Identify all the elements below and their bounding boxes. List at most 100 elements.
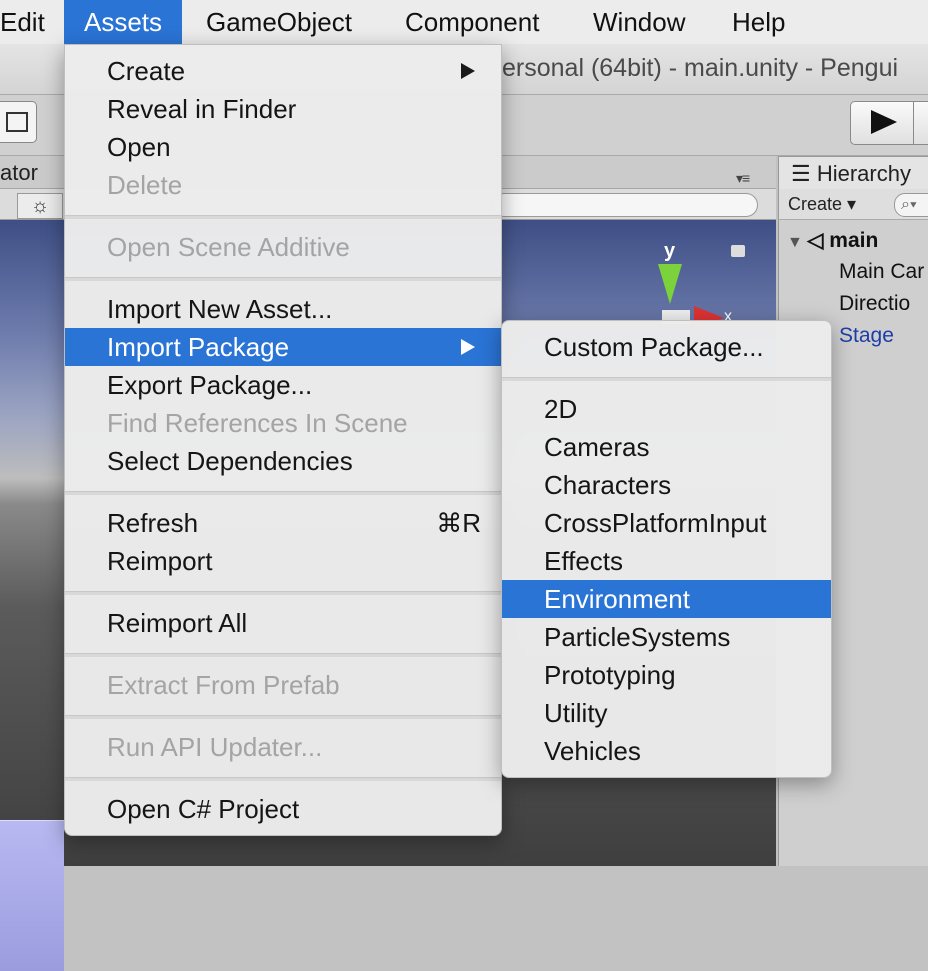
menu-item-label: ParticleSystems (544, 622, 731, 652)
submenu-item-particlesystems[interactable]: ParticleSystems (502, 618, 831, 656)
menu-help[interactable]: Help (732, 0, 785, 44)
lock-icon[interactable] (731, 245, 745, 257)
pause-button[interactable] (914, 102, 928, 144)
assets-menu: Create Reveal in Finder Open Delete Open… (64, 44, 502, 836)
menu-gameobject[interactable]: GameObject (206, 0, 352, 44)
menu-item-find-references: Find References In Scene (65, 404, 501, 442)
menu-item-label: Run API Updater... (107, 732, 323, 762)
lighting-toggle-icon[interactable]: ☼ (17, 193, 63, 219)
menu-item-label: Delete (107, 170, 183, 200)
stage-object (0, 820, 64, 971)
submenu-item-2d[interactable]: 2D (502, 390, 831, 428)
scene-search-input[interactable] (492, 193, 758, 217)
menu-separator (65, 777, 501, 781)
submenu-item-environment[interactable]: Environment (502, 580, 831, 618)
submenu-item-effects[interactable]: Effects (502, 542, 831, 580)
menu-item-extract-from-prefab: Extract From Prefab (65, 666, 501, 704)
panel-menu-icon[interactable]: ▾≡ (736, 170, 750, 187)
menu-item-label: Environment (544, 584, 690, 614)
menu-item-import-package[interactable]: Import Package (65, 328, 501, 366)
menu-separator (65, 491, 501, 495)
menu-item-label: Reveal in Finder (107, 94, 297, 124)
menu-item-label: Characters (544, 470, 672, 500)
menu-component[interactable]: Component (405, 0, 539, 44)
menu-item-open-scene-additive: Open Scene Additive (65, 228, 501, 266)
submenu-item-vehicles[interactable]: Vehicles (502, 732, 831, 770)
menu-item-open[interactable]: Open (65, 128, 501, 166)
menu-item-create[interactable]: Create (65, 52, 501, 90)
menu-assets[interactable]: Assets (64, 0, 183, 44)
menu-separator (65, 591, 501, 595)
menu-item-reimport-all[interactable]: Reimport All (65, 604, 501, 642)
rect-tool-button[interactable] (0, 101, 37, 143)
submenu-arrow-icon (461, 63, 475, 79)
animator-tab[interactable]: ator (0, 160, 38, 186)
disclosure-triangle-icon[interactable]: ▼ (787, 234, 807, 251)
gizmo-y-axis-icon[interactable] (658, 264, 682, 304)
menu-separator (65, 215, 501, 219)
menu-edit[interactable]: Edit (0, 0, 45, 44)
menu-item-label: Reimport All (107, 608, 248, 638)
menu-separator (65, 715, 501, 719)
menu-item-select-dependencies[interactable]: Select Dependencies (65, 442, 501, 480)
unity-logo-icon: ◁ (807, 229, 830, 252)
menu-item-label: Import New Asset... (107, 294, 333, 324)
hierarchy-item-stage[interactable]: Stage (839, 324, 894, 348)
submenu-item-custom-package[interactable]: Custom Package... (502, 328, 831, 366)
scene-name: main (829, 229, 879, 252)
menu-item-label: CrossPlatformInput (544, 508, 767, 538)
menu-item-run-api-updater: Run API Updater... (65, 728, 501, 766)
import-package-submenu: Custom Package... 2D Cameras Characters … (501, 320, 832, 778)
menu-item-label: Open (107, 132, 171, 162)
menu-item-label: Open Scene Additive (107, 232, 350, 262)
menu-item-label: 2D (544, 394, 578, 424)
menu-item-import-new-asset[interactable]: Import New Asset... (65, 290, 501, 328)
menu-item-reimport[interactable]: Reimport (65, 542, 501, 580)
hierarchy-search-input[interactable]: ⌕▾ (894, 193, 928, 217)
menu-item-label: Open C# Project (107, 794, 300, 824)
rect-tool-icon (6, 112, 28, 132)
play-controls (850, 101, 928, 145)
menu-item-label: Vehicles (544, 736, 641, 766)
menu-separator (65, 277, 501, 281)
menu-item-label: Prototyping (544, 660, 676, 690)
menu-item-export-package[interactable]: Export Package... (65, 366, 501, 404)
play-icon (871, 110, 897, 134)
hierarchy-create-button[interactable]: Create ▾ (788, 192, 856, 216)
menu-item-label: Export Package... (107, 370, 313, 400)
menu-separator (65, 653, 501, 657)
submenu-arrow-icon (461, 339, 475, 355)
menu-item-label: Custom Package... (544, 332, 764, 362)
menu-bar: Edit Assets GameObject Component Window … (0, 0, 928, 45)
hierarchy-item-directional-light[interactable]: Directio (839, 292, 910, 316)
shortcut-label: ⌘R (436, 508, 481, 538)
menu-item-refresh[interactable]: Refresh ⌘R (65, 504, 501, 542)
menu-item-label: Effects (544, 546, 624, 576)
hierarchy-scene-row[interactable]: ▼ ◁ main (787, 228, 878, 253)
gizmo-y-label: y (664, 240, 676, 262)
window-title: ersonal (64bit) - main.unity - Pengui (502, 54, 899, 82)
submenu-item-crossplatforminput[interactable]: CrossPlatformInput (502, 504, 831, 542)
menu-item-label: Reimport (107, 546, 213, 576)
menu-item-reveal-in-finder[interactable]: Reveal in Finder (65, 90, 501, 128)
menu-item-delete: Delete (65, 166, 501, 204)
submenu-item-utility[interactable]: Utility (502, 694, 831, 732)
menu-item-label: Refresh (107, 508, 199, 538)
menu-item-label: Create (107, 56, 186, 86)
menu-item-label: Import Package (107, 332, 290, 362)
submenu-item-characters[interactable]: Characters (502, 466, 831, 504)
menu-item-open-csharp-project[interactable]: Open C# Project (65, 790, 501, 828)
submenu-item-prototyping[interactable]: Prototyping (502, 656, 831, 694)
hierarchy-item-main-camera[interactable]: Main Car (839, 260, 924, 284)
menu-item-label: Extract From Prefab (107, 670, 340, 700)
hierarchy-tab[interactable]: ☰ Hierarchy (778, 156, 928, 189)
menu-window[interactable]: Window (593, 0, 685, 44)
hierarchy-list-icon: ☰ (791, 161, 817, 186)
submenu-item-cameras[interactable]: Cameras (502, 428, 831, 466)
menu-item-label: Cameras (544, 432, 650, 462)
menu-separator (502, 377, 831, 381)
menu-item-label: Utility (544, 698, 608, 728)
menu-item-label: Find References In Scene (107, 408, 408, 438)
play-button[interactable] (851, 102, 913, 144)
hierarchy-tab-label: Hierarchy (816, 161, 911, 186)
